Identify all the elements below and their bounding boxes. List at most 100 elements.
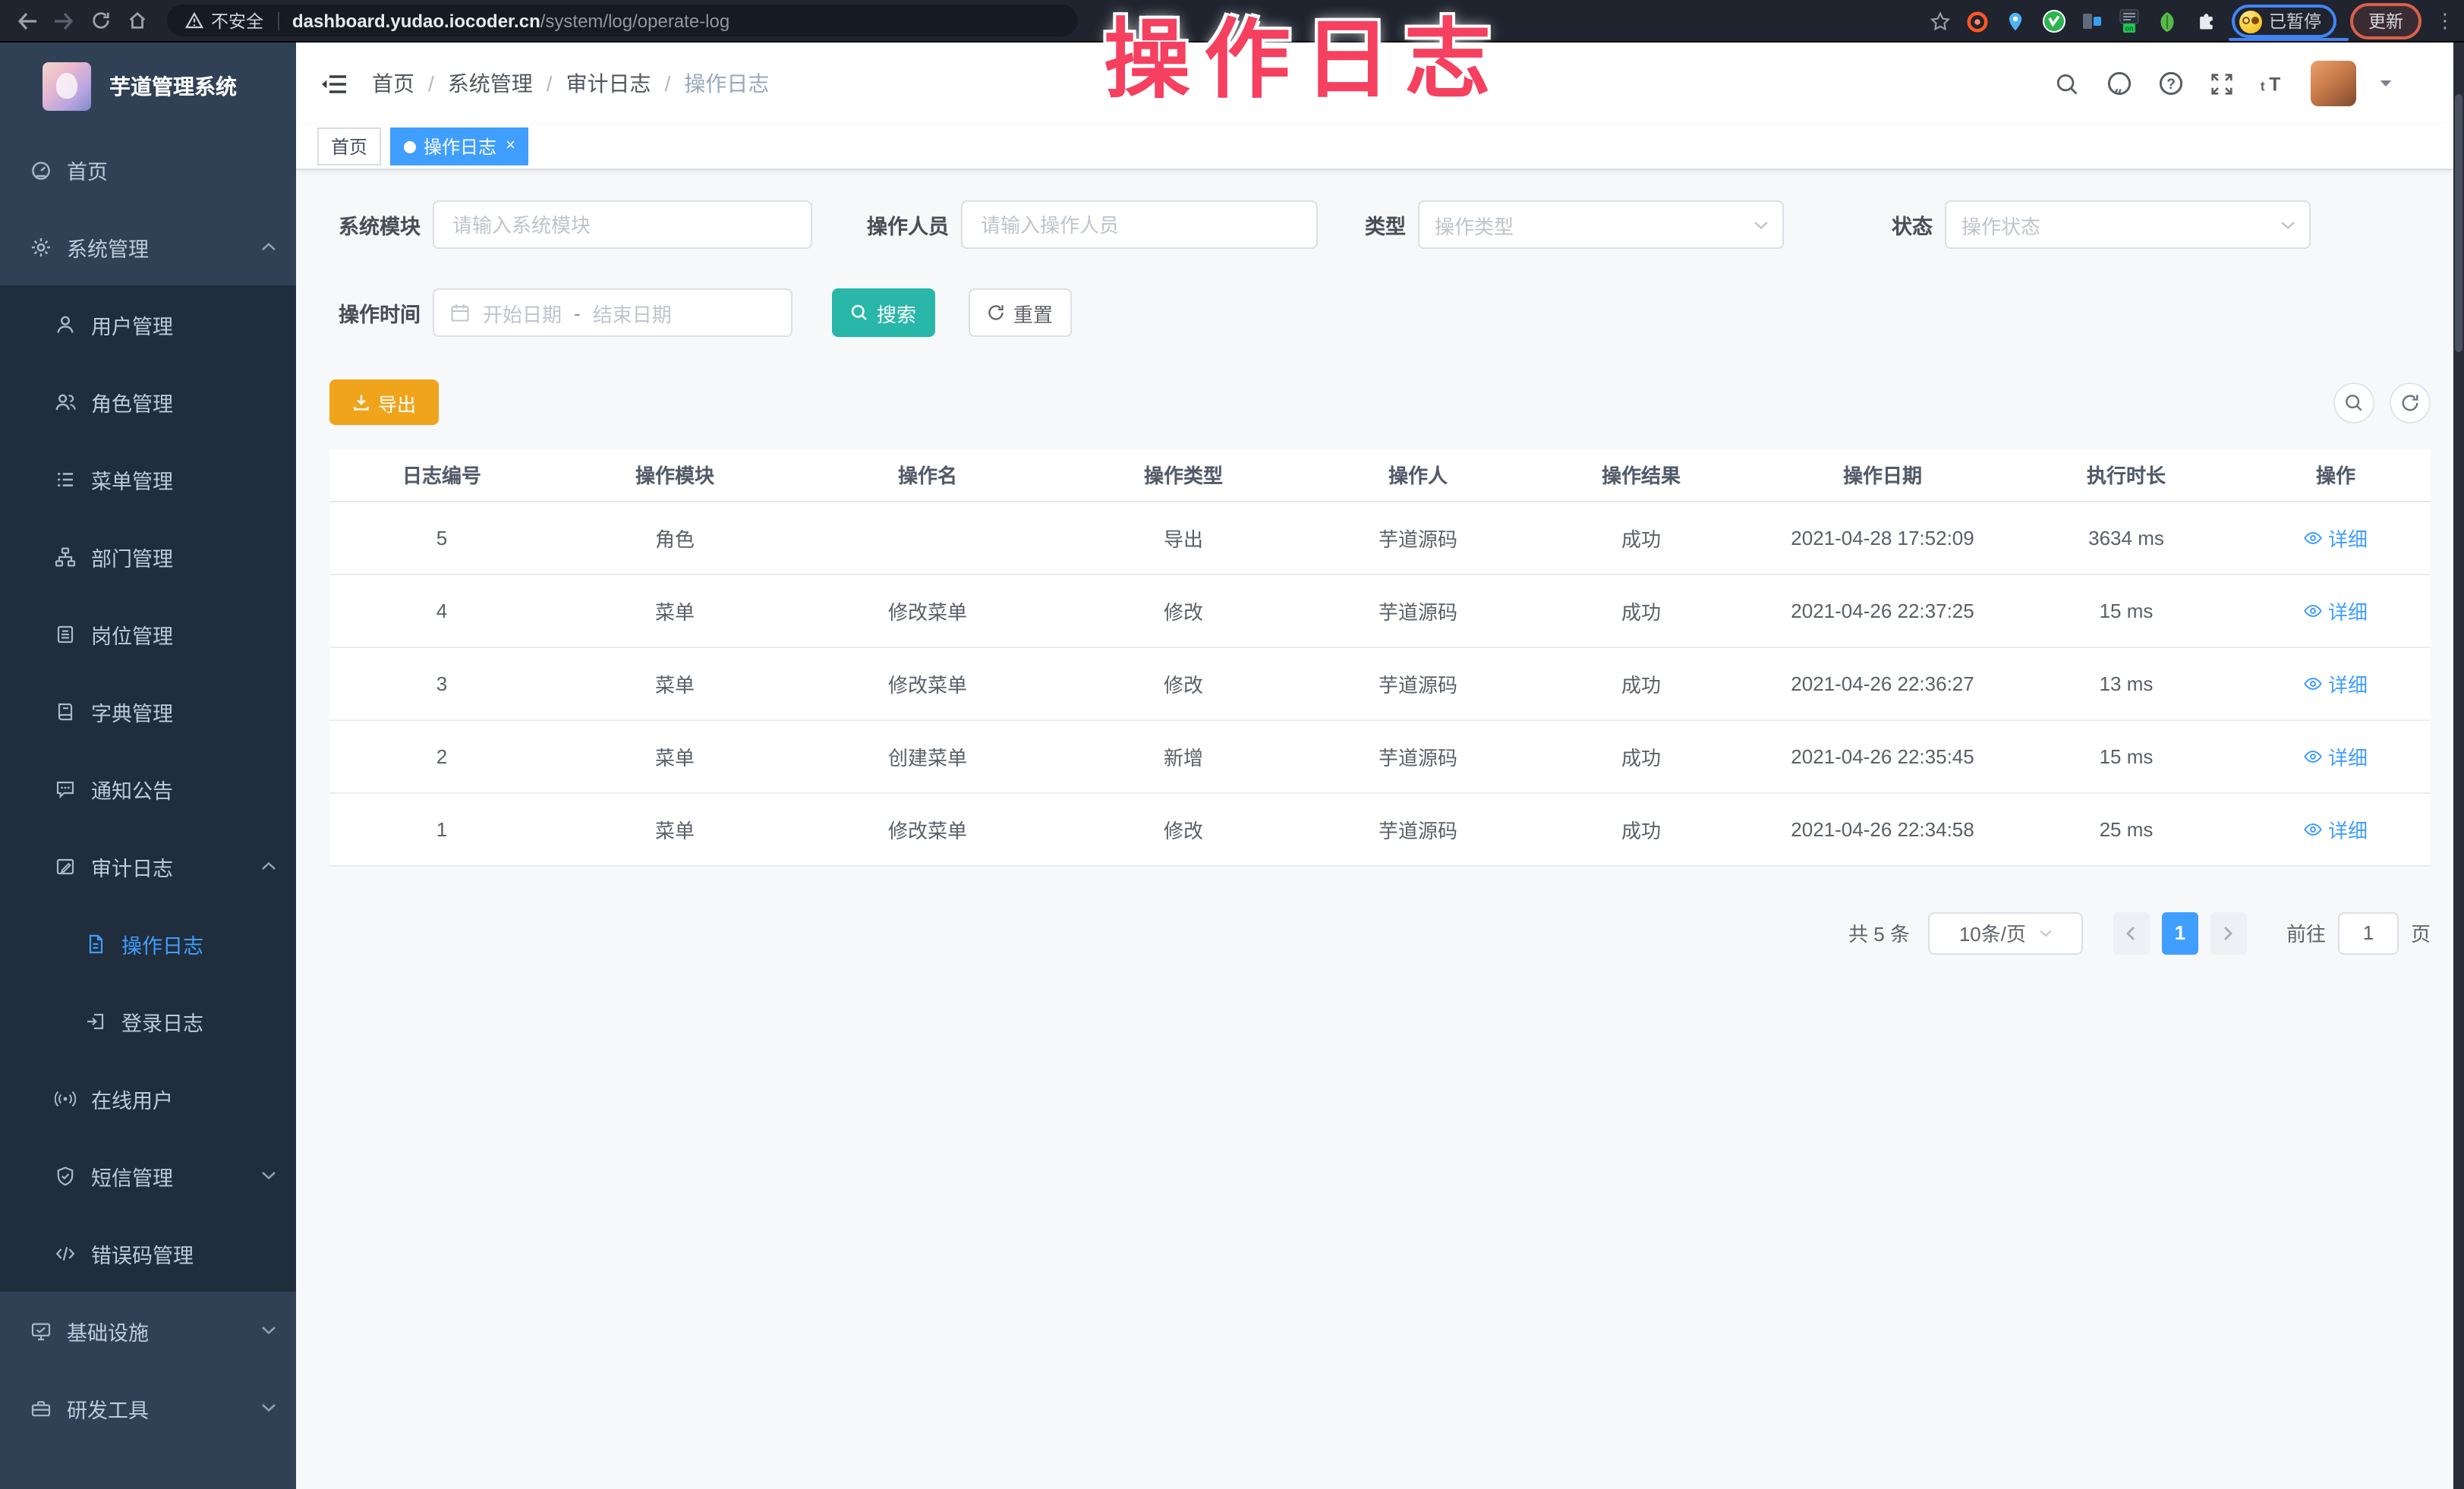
extensions-puzzle-icon[interactable] <box>2193 9 2217 33</box>
status-select[interactable]: 操作状态 <box>1945 200 2311 249</box>
prev-page-button[interactable] <box>2113 911 2150 954</box>
reset-button[interactable]: 重置 <box>969 288 1072 337</box>
user-icon <box>55 313 76 335</box>
bookmark-star-icon[interactable] <box>1927 9 1952 33</box>
chat-bubble-icon <box>55 778 76 799</box>
breadcrumb-item-audit[interactable]: 审计日志 <box>566 68 651 99</box>
detail-link[interactable]: 详细 <box>2304 814 2368 843</box>
avatar-caret-icon[interactable] <box>2379 79 2393 88</box>
table-row: 4 菜单 修改菜单 修改 芋道源码 成功 2021-04-26 22:37:25… <box>329 574 2431 647</box>
extension-squares-icon[interactable] <box>2079 9 2103 33</box>
profile-paused-chip[interactable]: 已暂停 <box>2231 5 2336 38</box>
sidebar-item-error-codes[interactable]: 错误码管理 <box>0 1214 296 1292</box>
fullscreen-icon <box>2209 71 2235 96</box>
url-path[interactable]: /system/log/operate-log <box>540 10 729 31</box>
home-icon <box>127 11 147 30</box>
sidebar-logo[interactable]: 芋道管理系统 <box>0 42 296 131</box>
browser-back-button[interactable] <box>9 2 46 39</box>
module-input[interactable] <box>433 200 812 249</box>
scrollbar-thumb[interactable] <box>2455 94 2462 352</box>
font-size-button[interactable]: tT <box>2259 69 2288 98</box>
org-tree-icon <box>55 546 76 567</box>
page-number-current[interactable]: 1 <box>2162 911 2198 954</box>
address-bar[interactable]: 不安全 dashboard.yudao.iocoder.cn /system/l… <box>167 5 1078 36</box>
detail-link[interactable]: 详细 <box>2304 741 2368 770</box>
col-log-id: 日志编号 <box>329 449 554 501</box>
sidebar-item-operate-log[interactable]: 操作日志 <box>0 905 296 982</box>
refresh-table-button[interactable] <box>2390 382 2431 423</box>
sidebar-item-audit-log[interactable]: 审计日志 <box>0 827 296 905</box>
sidebar-item-label: 通知公告 <box>91 773 173 804</box>
cell-date: 2021-04-26 22:34:58 <box>1753 792 2012 865</box>
type-select[interactable]: 操作类型 <box>1418 200 1784 249</box>
sidebar-item-roles[interactable]: 角色管理 <box>0 363 296 440</box>
sidebar-item-users[interactable]: 用户管理 <box>0 285 296 363</box>
extension-green-circle-icon[interactable] <box>2041 9 2065 33</box>
toggle-search-button[interactable] <box>2333 382 2374 423</box>
tag-operate-log[interactable]: 操作日志 × <box>390 127 529 165</box>
eye-icon <box>2304 675 2324 691</box>
cell-duration: 15 ms <box>2012 574 2241 647</box>
document-log-icon <box>85 933 106 954</box>
chevron-up-icon <box>261 241 276 251</box>
extension-orange-icon[interactable] <box>1965 9 1990 33</box>
github-link-button[interactable] <box>2104 69 2133 98</box>
sidebar-item-sms[interactable]: 短信管理 <box>0 1137 296 1214</box>
detail-link[interactable]: 详细 <box>2304 596 2368 625</box>
cell-name: 修改菜单 <box>796 792 1060 865</box>
table-row: 5 角色 导出 芋道源码 成功 2021-04-28 17:52:09 3634… <box>329 501 2431 574</box>
detail-link[interactable]: 详细 <box>2304 523 2368 552</box>
url-domain[interactable]: dashboard.yudao.iocoder.cn <box>292 10 540 31</box>
browser-menu-button[interactable]: ⋮ <box>2435 14 2455 29</box>
tag-home[interactable]: 首页 <box>317 127 381 165</box>
sidebar-item-departments[interactable]: 部门管理 <box>0 518 296 595</box>
search-button[interactable]: 搜索 <box>832 288 935 337</box>
browser-scrollbar[interactable] <box>2453 42 2464 1489</box>
tag-close-icon[interactable]: × <box>506 138 515 155</box>
svg-text:?: ? <box>2166 77 2175 93</box>
sidebar-item-login-log[interactable]: 登录日志 <box>0 982 296 1059</box>
detail-link[interactable]: 详细 <box>2304 669 2368 697</box>
end-date-placeholder[interactable]: 结束日期 <box>593 298 672 327</box>
user-avatar[interactable] <box>2311 61 2356 106</box>
sidebar-item-home[interactable]: 首页 <box>0 131 296 208</box>
export-button[interactable]: 导出 <box>329 379 439 425</box>
navbar-actions: ? tT <box>2053 42 2393 124</box>
sidebar-item-menus[interactable]: 菜单管理 <box>0 440 296 518</box>
forward-arrow-icon <box>53 11 74 30</box>
browser-home-button[interactable] <box>118 2 155 39</box>
operate-log-table: 日志编号 操作模块 操作名 操作类型 操作人 操作结果 操作日期 执行时长 操作 <box>329 449 2431 866</box>
sidebar-item-online-users[interactable]: 在线用户 <box>0 1059 296 1137</box>
fullscreen-button[interactable] <box>2207 69 2236 98</box>
cell-log-id: 1 <box>329 792 554 865</box>
page-size-select[interactable]: 10条/页 <box>1928 911 2083 954</box>
sidebar-item-dictionary[interactable]: 字典管理 <box>0 672 296 750</box>
breadcrumb-item-system[interactable]: 系统管理 <box>448 68 533 99</box>
sidebar-item-label: 系统管理 <box>67 231 149 262</box>
extension-pin-icon[interactable] <box>2003 9 2028 33</box>
cell-module: 角色 <box>554 501 796 574</box>
date-range-picker[interactable]: 开始日期 - 结束日期 <box>433 288 792 337</box>
goto-page-input[interactable] <box>2338 911 2399 954</box>
eye-icon <box>2304 602 2324 619</box>
docs-help-button[interactable]: ? <box>2156 69 2185 98</box>
operator-input[interactable] <box>961 200 1318 249</box>
browser-forward-button[interactable] <box>46 2 82 39</box>
sidebar-item-system[interactable]: 系统管理 <box>0 208 296 285</box>
extension-on-badge-icon[interactable]: on <box>2117 9 2141 33</box>
pagination: 共 5 条 10条/页 1 前往 页 <box>329 911 2431 954</box>
browser-update-button[interactable]: 更新 <box>2350 3 2421 39</box>
extension-leaf-icon[interactable] <box>2155 9 2179 33</box>
sidebar-item-notices[interactable]: 通知公告 <box>0 750 296 827</box>
sidebar-item-dev-tools[interactable]: 研发工具 <box>0 1369 296 1447</box>
next-page-button[interactable] <box>2210 911 2247 954</box>
breadcrumb-item-home[interactable]: 首页 <box>372 68 414 99</box>
header-search-button[interactable] <box>2053 69 2081 98</box>
security-label[interactable]: 不安全 <box>211 8 263 33</box>
browser-reload-button[interactable] <box>82 2 118 39</box>
cell-duration: 13 ms <box>2012 647 2241 719</box>
sidebar-fold-button[interactable] <box>314 64 354 103</box>
sidebar-item-infrastructure[interactable]: 基础设施 <box>0 1292 296 1369</box>
start-date-placeholder[interactable]: 开始日期 <box>483 298 562 327</box>
sidebar-item-posts[interactable]: 岗位管理 <box>0 595 296 672</box>
